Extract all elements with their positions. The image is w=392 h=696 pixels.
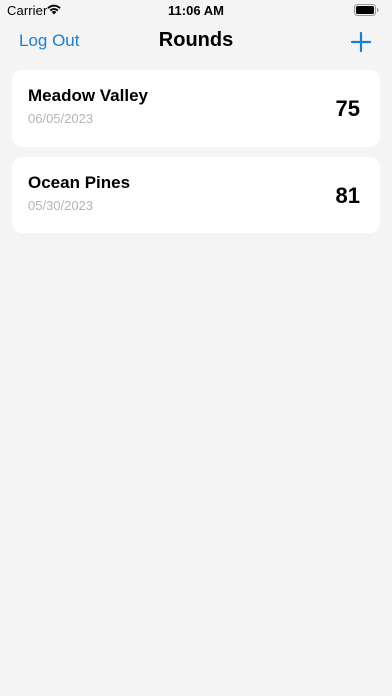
round-card[interactable]: Ocean Pines 05/30/2023 81 — [12, 157, 380, 233]
round-card[interactable]: Meadow Valley 06/05/2023 75 — [12, 70, 380, 147]
round-date: 05/30/2023 — [28, 198, 94, 213]
rounds-screen: Carrier 11:06 AM Log Out Rounds Meadow V… — [0, 0, 392, 696]
round-date: 06/05/2023 — [28, 111, 94, 126]
status-bar: Carrier 11:06 AM — [0, 0, 392, 22]
rounds-list: Meadow Valley 06/05/2023 75 Ocean Pines … — [12, 70, 380, 243]
plus-icon[interactable] — [350, 31, 372, 53]
course-name: Meadow Valley — [28, 86, 148, 105]
round-score: 81 — [335, 183, 360, 208]
logout-button[interactable]: Log Out — [19, 31, 80, 51]
status-time: 11:06 AM — [168, 3, 224, 18]
course-name: Ocean Pines — [28, 173, 131, 192]
navigation-bar: Log Out Rounds — [0, 22, 392, 62]
round-score: 75 — [335, 96, 360, 121]
battery-icon — [354, 4, 379, 16]
